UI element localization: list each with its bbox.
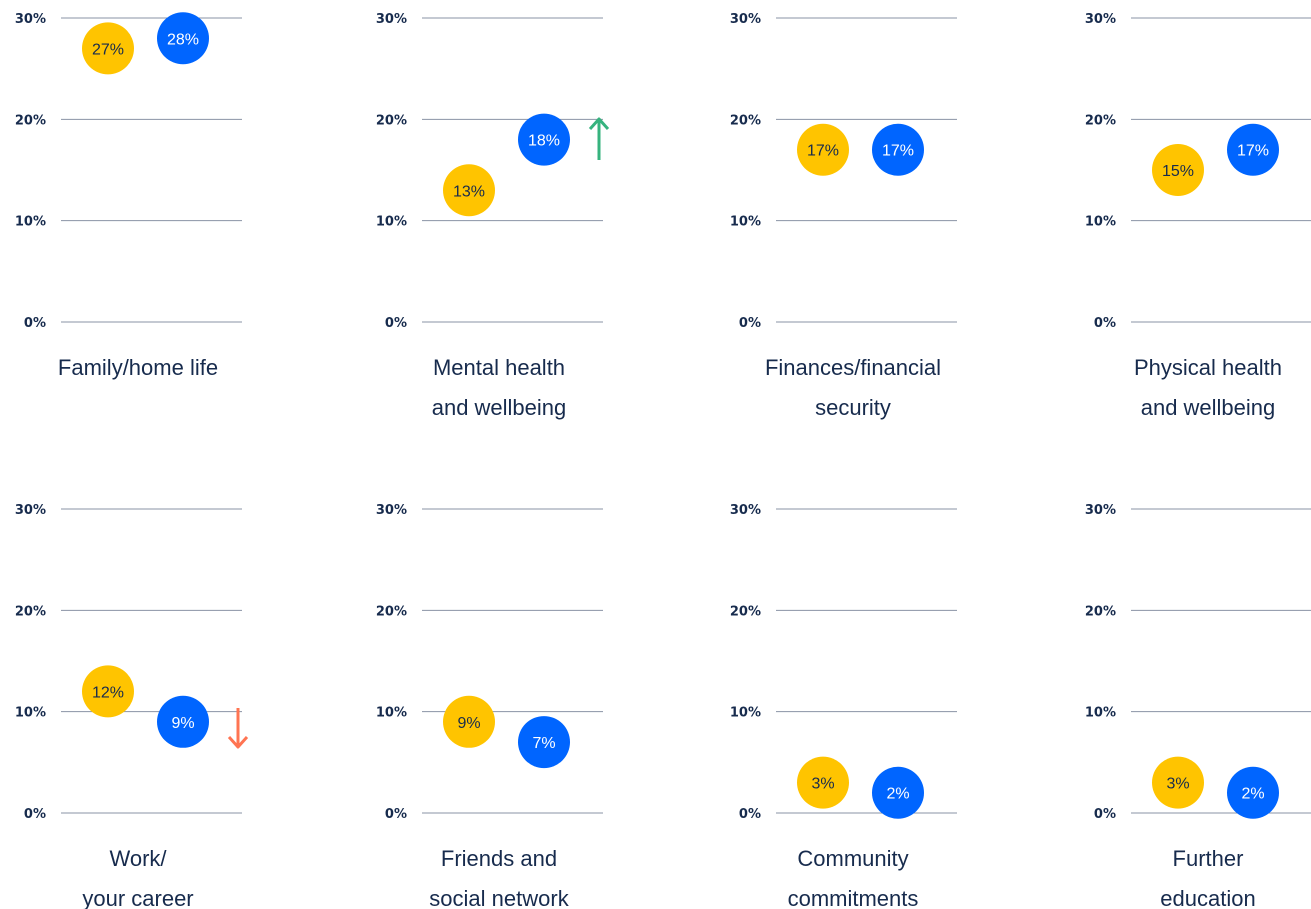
y-tick-label: 10% bbox=[15, 215, 46, 230]
data-label: 2% bbox=[1241, 786, 1264, 803]
y-tick-label: 20% bbox=[15, 604, 46, 619]
data-label: 12% bbox=[92, 684, 124, 701]
y-tick-label: 30% bbox=[730, 503, 761, 518]
data-label: 17% bbox=[1237, 143, 1269, 160]
y-tick-label: 10% bbox=[1085, 706, 1116, 721]
data-label: 7% bbox=[532, 735, 555, 752]
small-multiples-chart: 0% 10% 20% 30% 27% 28% Family/home life 0% 10% 20… bbox=[15, 12, 1311, 909]
y-tick-label: 10% bbox=[730, 706, 761, 721]
data-label: 9% bbox=[171, 715, 194, 732]
category-label: Mental health bbox=[433, 355, 565, 380]
y-tick-label: 20% bbox=[376, 113, 407, 128]
category-label: Work/ bbox=[109, 846, 167, 871]
data-label: 28% bbox=[167, 31, 199, 48]
category-label: education bbox=[1160, 886, 1255, 909]
y-tick-label: 20% bbox=[376, 604, 407, 619]
data-label: 15% bbox=[1162, 163, 1194, 180]
data-label: 2% bbox=[886, 786, 909, 803]
y-tick-label: 30% bbox=[15, 503, 46, 518]
category-label: security bbox=[815, 395, 891, 420]
y-tick-label: 0% bbox=[739, 807, 761, 822]
data-label: 3% bbox=[811, 776, 834, 793]
y-tick-label: 0% bbox=[24, 316, 46, 331]
y-tick-label: 10% bbox=[730, 215, 761, 230]
y-tick-label: 10% bbox=[376, 215, 407, 230]
y-tick-label: 20% bbox=[730, 604, 761, 619]
y-tick-label: 0% bbox=[24, 807, 46, 822]
y-tick-label: 20% bbox=[730, 113, 761, 128]
y-tick-label: 30% bbox=[1085, 12, 1116, 27]
category-label: Family/home life bbox=[58, 355, 218, 380]
category-label: Further bbox=[1173, 846, 1244, 871]
y-tick-label: 20% bbox=[1085, 113, 1116, 128]
data-label: 27% bbox=[92, 41, 124, 58]
y-tick-label: 10% bbox=[1085, 215, 1116, 230]
category-label: and wellbeing bbox=[432, 395, 567, 420]
y-tick-label: 30% bbox=[376, 12, 407, 27]
y-tick-label: 0% bbox=[385, 316, 407, 331]
category-label: Community bbox=[797, 846, 908, 871]
category-label: Friends and bbox=[441, 846, 557, 871]
data-label: 3% bbox=[1166, 776, 1189, 793]
data-label: 17% bbox=[882, 143, 914, 160]
category-label: your career bbox=[82, 886, 193, 909]
y-tick-label: 0% bbox=[1094, 316, 1116, 331]
y-tick-label: 20% bbox=[1085, 604, 1116, 619]
category-label: Finances/financial bbox=[765, 355, 941, 380]
category-label: commitments bbox=[788, 886, 919, 909]
y-tick-label: 0% bbox=[1094, 807, 1116, 822]
y-tick-label: 0% bbox=[385, 807, 407, 822]
y-tick-label: 10% bbox=[376, 706, 407, 721]
y-tick-label: 0% bbox=[739, 316, 761, 331]
y-tick-label: 30% bbox=[1085, 503, 1116, 518]
category-label: and wellbeing bbox=[1141, 395, 1276, 420]
y-tick-label: 30% bbox=[15, 12, 46, 27]
data-label: 9% bbox=[457, 715, 480, 732]
data-label: 18% bbox=[528, 133, 560, 150]
category-label: Physical health bbox=[1134, 355, 1282, 380]
y-tick-label: 10% bbox=[15, 706, 46, 721]
category-label: social network bbox=[429, 886, 569, 909]
y-tick-label: 30% bbox=[376, 503, 407, 518]
data-label: 17% bbox=[807, 143, 839, 160]
y-tick-label: 20% bbox=[15, 113, 46, 128]
y-tick-label: 30% bbox=[730, 12, 761, 27]
data-label: 13% bbox=[453, 183, 485, 200]
